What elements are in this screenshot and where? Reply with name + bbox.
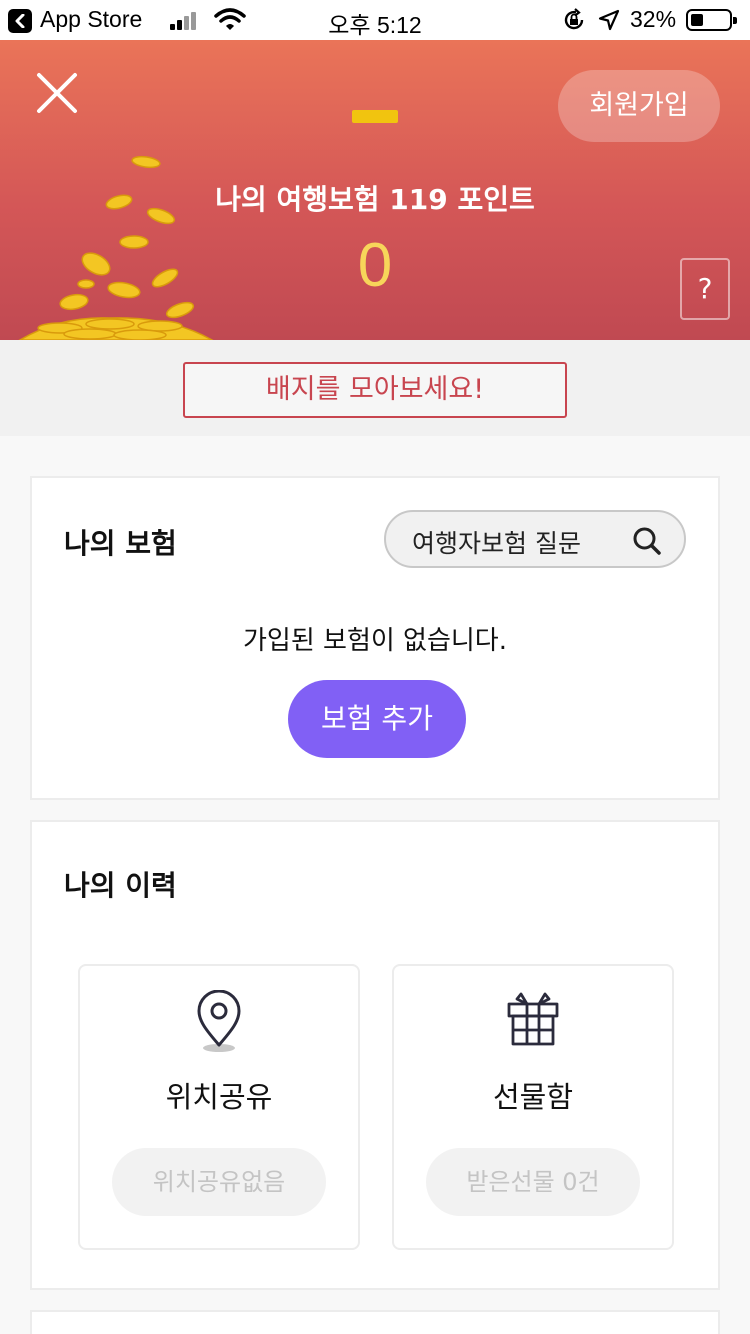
battery-percentage: 32% (630, 6, 677, 32)
my-history-card: 나의 이력 위치공유 위치공유없음 선물함 받은선물 0건 (30, 820, 720, 1290)
signup-button[interactable]: 회원가입 (558, 70, 720, 142)
gift-box-label: 선물함 (492, 1080, 574, 1114)
collect-badges-button[interactable]: 배지를 모아보세요! (183, 362, 567, 418)
empty-insurance-message: 가입된 보험이 없습니다. (243, 626, 507, 656)
points-title: 나의 여행보험 119 포인트 (215, 183, 535, 216)
badge-strip: 배지를 모아보세요! (0, 340, 750, 436)
location-share-label: 위치공유 (165, 1080, 273, 1114)
points-value: 0 (357, 231, 393, 300)
my-insurance-title: 나의 보험 (64, 527, 177, 560)
points-header: 회원가입 나의 여행보험 119 포인트 0 ? (0, 40, 750, 340)
gift-icon (394, 990, 672, 1054)
my-history-title: 나의 이력 (64, 869, 177, 902)
battery-nub (733, 17, 737, 24)
location-arrow-icon (598, 9, 620, 35)
search-pill-label: 여행자보험 질문 (412, 529, 581, 558)
map-pin-icon (80, 989, 358, 1058)
close-icon[interactable] (34, 70, 80, 116)
status-bar: App Store 오후 5:12 32% (0, 0, 750, 40)
battery-icon (686, 9, 737, 31)
gift-box-tile[interactable]: 선물함 받은선물 0건 (392, 964, 674, 1250)
battery-fill (691, 14, 703, 26)
gold-bar-icon (352, 110, 398, 123)
location-share-status: 위치공유없음 (112, 1148, 326, 1216)
my-insurance-card: 나의 보험 여행자보험 질문 가입된 보험이 없습니다. 보험 추가 (30, 476, 720, 800)
orientation-lock-icon (562, 8, 586, 36)
location-share-tile[interactable]: 위치공유 위치공유없음 (78, 964, 360, 1250)
add-insurance-button[interactable]: 보험 추가 (288, 680, 466, 758)
help-button[interactable]: ? (680, 258, 730, 320)
next-card (30, 1310, 720, 1334)
gift-box-status: 받은선물 0건 (426, 1148, 640, 1216)
search-icon (633, 527, 661, 555)
insurance-question-search-button[interactable]: 여행자보험 질문 (384, 510, 686, 568)
